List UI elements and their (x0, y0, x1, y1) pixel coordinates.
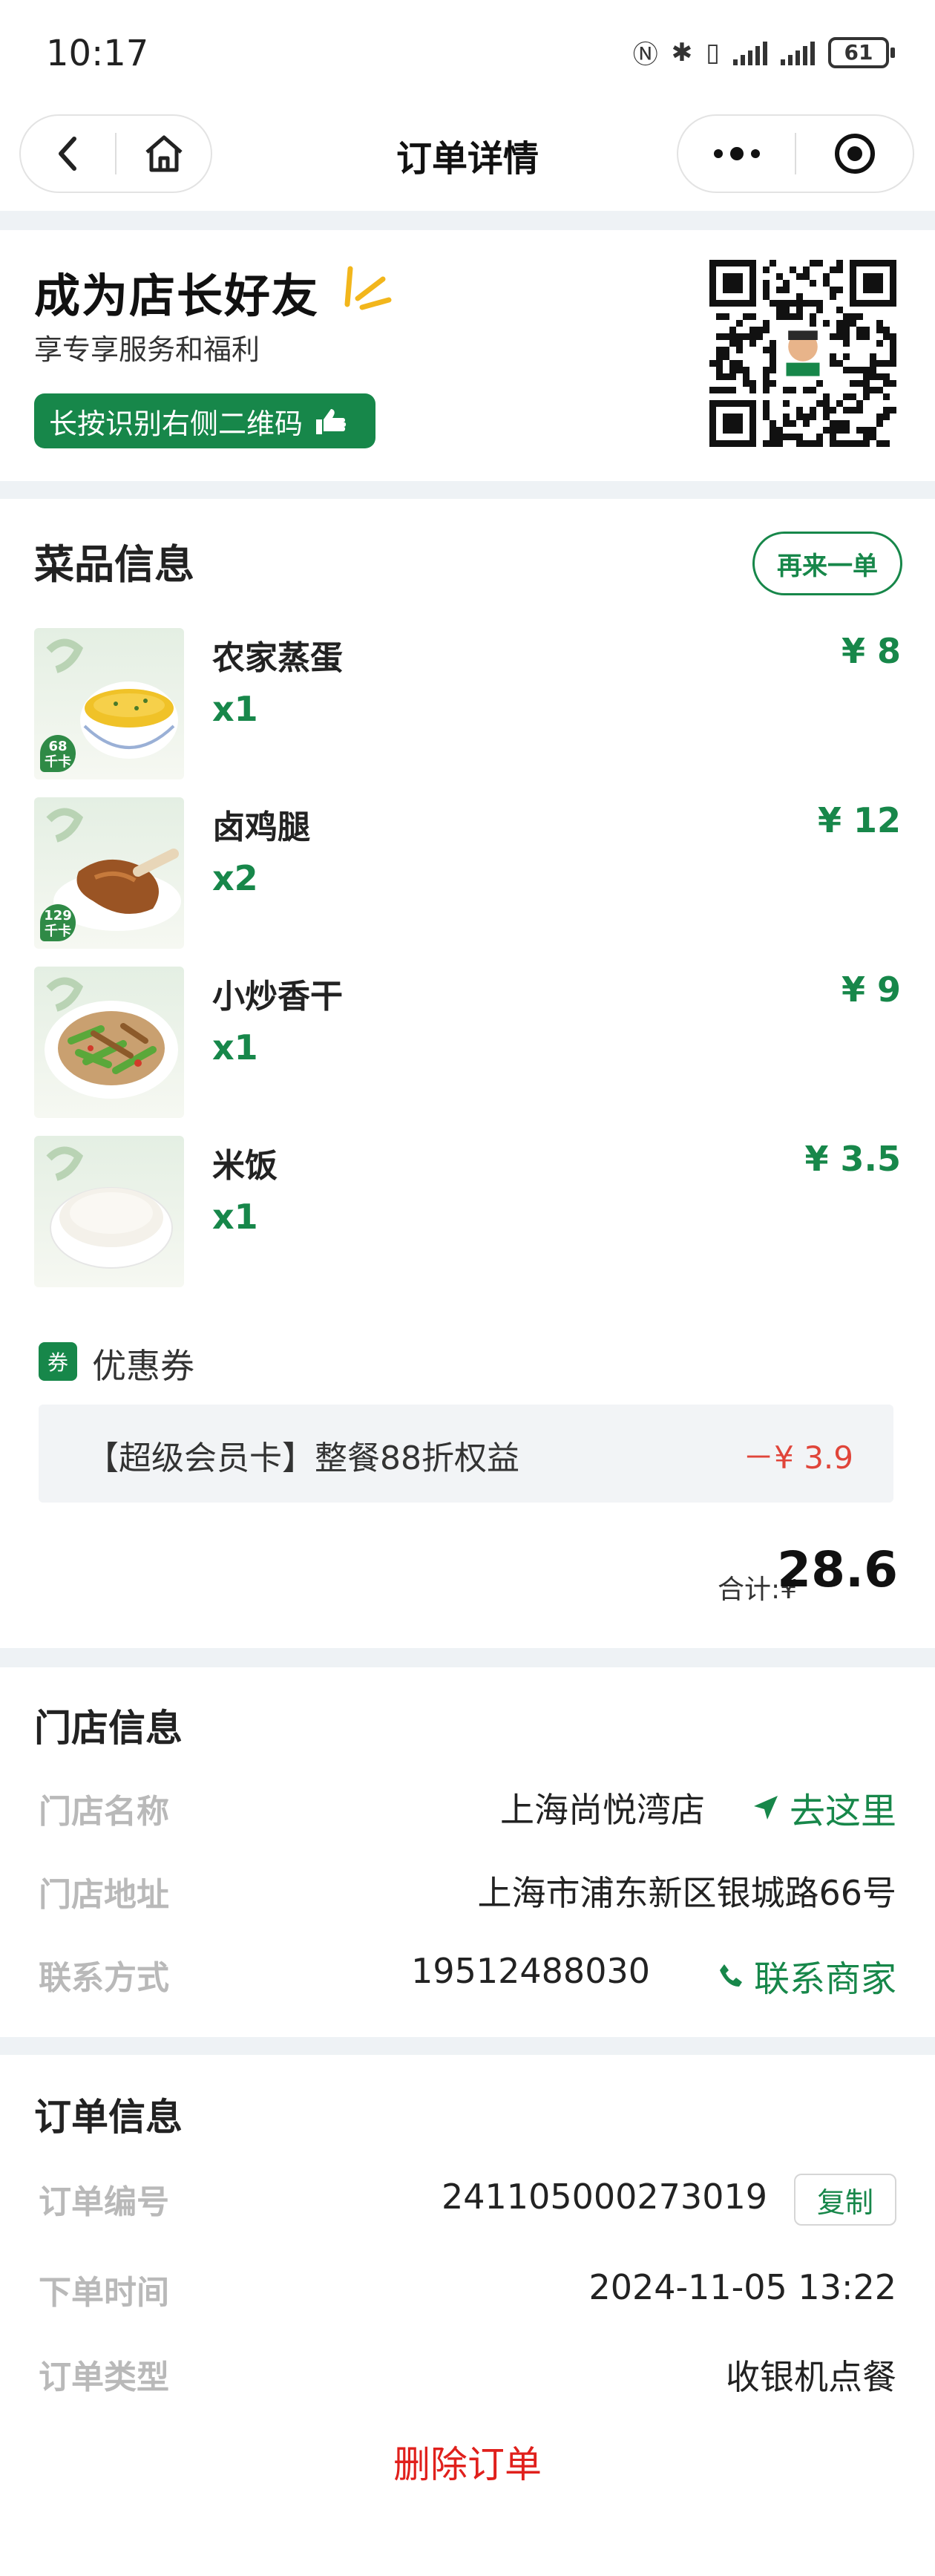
order-type-label: 订单类型 (39, 2358, 169, 2396)
coupon-discount: －¥ 3.9 (743, 1439, 853, 1476)
dish-image-braised-chicken-leg: 129 千卡 (34, 797, 184, 949)
store-phone: 19512488030 (411, 1951, 650, 1991)
order-time-label: 下单时间 (39, 2274, 169, 2312)
dish-price: ¥ 3.5 (804, 1139, 901, 1179)
promo-subtitle: 享专享服务和福利 (34, 333, 260, 366)
battery-level: 61 (844, 40, 873, 65)
kcal-value: 68 (48, 739, 68, 754)
rice-bowl-illustration (46, 1146, 173, 1269)
kcal-badge: 68 千卡 (40, 735, 76, 772)
navigate-label: 去这里 (789, 1791, 896, 1832)
vibrate-icon: ▯ (706, 37, 720, 68)
store-address-label: 门店地址 (39, 1876, 169, 1914)
sparkle-icon (344, 266, 392, 310)
separator (0, 481, 935, 499)
target-icon (834, 134, 875, 174)
store-name-label: 门店名称 (39, 1793, 169, 1831)
separator (0, 211, 935, 230)
promo-button-label: 长按识别右侧二维码 (49, 407, 304, 440)
store-section-title: 门店信息 (34, 1707, 183, 1750)
coupon-name: 【超级会员卡】整餐88折权益 (86, 1439, 519, 1477)
order-type: 收银机点餐 (726, 2357, 896, 2397)
more-button[interactable] (678, 116, 795, 192)
promo-qr-hint-button[interactable]: 长按识别右侧二维码 (34, 393, 375, 448)
store-address: 上海市浦东新区银城路66号 (477, 1873, 896, 1913)
total-label-text: 合计: (717, 1575, 781, 1605)
call-store-button[interactable]: 联系商家 (718, 1949, 896, 2001)
dish-name: 米饭 (212, 1147, 278, 1185)
dish-quantity: x1 (212, 1027, 258, 1068)
kcal-value: 129 (44, 908, 72, 923)
kcal-unit: 千卡 (45, 923, 71, 939)
dish-quantity: x2 (212, 858, 258, 898)
stir-fried-tofu-illustration (45, 977, 178, 1099)
dishes-section-title: 菜品信息 (34, 541, 194, 588)
phone-icon (719, 1964, 742, 1987)
dish-image-stir-fried-tofu (34, 967, 184, 1118)
more-icon (713, 147, 760, 160)
promo-title: 成为店长好友 (34, 269, 320, 323)
signal-icon (733, 40, 767, 65)
kcal-unit: 千卡 (45, 753, 71, 770)
coupon-label: 优惠券 (92, 1346, 194, 1386)
dish-name: 农家蒸蛋 (212, 639, 343, 677)
dish-quantity: x1 (212, 1197, 258, 1237)
dish-image-steamed-egg: 68 千卡 (34, 628, 184, 779)
order-time: 2024-11-05 13:22 (588, 2267, 896, 2307)
coupon-icon: 券 (39, 1342, 77, 1381)
status-icons: Ⓝ ✱ ▯ 61 (632, 34, 895, 71)
dish-price: ¥ 9 (841, 970, 901, 1010)
battery-icon: 61 (828, 36, 895, 68)
nfc-icon: Ⓝ (632, 40, 658, 70)
dish-name: 卤鸡腿 (212, 808, 310, 846)
kcal-badge: 129 千卡 (40, 904, 76, 941)
total-value: 28.6 (777, 1541, 898, 1598)
order-section-title: 订单信息 (34, 2096, 183, 2139)
dish-price: ¥ 8 (841, 631, 901, 671)
delete-order-button[interactable]: 删除订单 (0, 2435, 935, 2488)
close-miniprogram-button[interactable] (796, 116, 913, 192)
call-label: 联系商家 (753, 1958, 896, 2000)
store-name: 上海尚悦湾店 (500, 1790, 705, 1830)
separator (0, 1648, 935, 1667)
dish-item[interactable]: 米饭 x1 ¥ 3.5 (34, 1136, 901, 1287)
nav-capsule-right (677, 114, 914, 193)
copy-order-number-button[interactable]: 复制 (794, 2174, 896, 2226)
order-number-label: 订单编号 (39, 2183, 169, 2221)
bluetooth-icon: ✱ (671, 37, 693, 68)
navigate-button[interactable]: 去这里 (752, 1782, 896, 1834)
dish-price: ¥ 12 (817, 800, 901, 840)
dish-item[interactable]: 68 千卡 农家蒸蛋 x1 ¥ 8 (34, 628, 901, 779)
dish-name: 小炒香干 (212, 978, 343, 1016)
status-time: 10:17 (46, 33, 149, 74)
thumbs-up-icon (316, 409, 347, 434)
dish-item[interactable]: 129 千卡 卤鸡腿 x2 ¥ 12 (34, 797, 901, 949)
contact-label: 联系方式 (39, 1959, 169, 1997)
order-number: 241105000273019 (442, 2177, 767, 2217)
separator (0, 2037, 935, 2055)
dish-item[interactable]: 小炒香干 x1 ¥ 9 (34, 967, 901, 1118)
qr-code-image (709, 260, 896, 447)
dish-quantity: x1 (212, 689, 258, 729)
navigation-arrow-icon (753, 1796, 778, 1820)
reorder-button[interactable]: 再来一单 (752, 532, 902, 595)
signal-icon-2 (781, 40, 815, 65)
dish-image-rice (34, 1136, 184, 1287)
